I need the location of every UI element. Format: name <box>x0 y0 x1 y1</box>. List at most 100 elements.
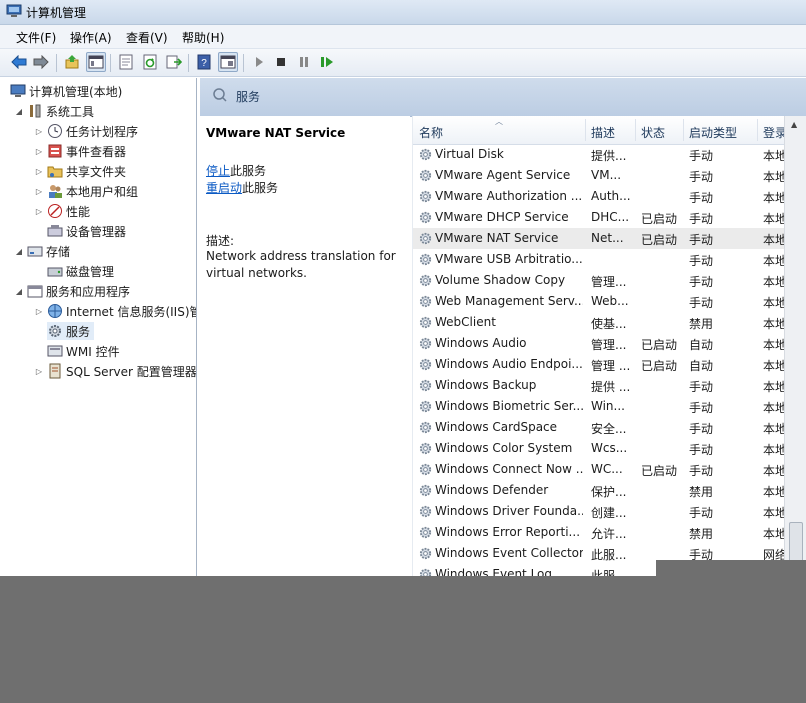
tree-item-disk-management[interactable]: 磁盘管理 <box>47 262 114 280</box>
tree-label-device-manager: 设备管理器 <box>66 224 127 239</box>
service-gear-icon <box>419 442 432 455</box>
expand-icon[interactable]: ▷ <box>34 147 44 156</box>
service-name-cell: Windows Audio <box>435 336 527 350</box>
column-divider[interactable] <box>757 119 758 141</box>
stop-service-link[interactable]: 停止 <box>206 164 230 178</box>
service-name-cell: Windows Backup <box>435 378 537 392</box>
show-hide-tree-button[interactable] <box>86 52 106 72</box>
refresh-button[interactable] <box>140 52 160 72</box>
table-row[interactable]: Windows Backup 提供 ... 手动 本地 <box>413 375 806 396</box>
tree-item-wmi[interactable]: WMI 控件 <box>47 342 120 360</box>
tree-item-local-users[interactable]: ▷ 本地用户和组 <box>34 182 138 200</box>
service-startup-cell: 手动 <box>689 506 714 520</box>
expand-icon[interactable]: ▷ <box>34 127 44 136</box>
tree-item-device-manager[interactable]: 设备管理器 <box>47 222 126 240</box>
table-row[interactable]: Windows Driver Founda... 创建... 手动 本地 <box>413 501 806 522</box>
column-divider[interactable] <box>635 119 636 141</box>
table-row[interactable]: VMware Authorization ... Auth... 手动 本地 <box>413 186 806 207</box>
up-button[interactable] <box>62 52 82 72</box>
tree-label-event-viewer: 事件查看器 <box>66 144 127 159</box>
pane-header: 服务 <box>200 78 806 117</box>
menu-help[interactable]: 帮助(H) <box>182 29 224 46</box>
table-row[interactable]: VMware DHCP Service DHC... 已启动 手动 本地 <box>413 207 806 228</box>
table-row[interactable]: VMware NAT Service Net... 已启动 手动 本地 <box>413 228 806 249</box>
service-startup-cell: 禁用 <box>689 317 714 331</box>
scroll-up-icon[interactable]: ▲ <box>791 120 797 129</box>
service-description-cell: Win... <box>591 399 625 413</box>
expand-icon[interactable]: ▷ <box>34 187 44 196</box>
back-button[interactable] <box>9 52 29 72</box>
forward-button[interactable] <box>31 52 51 72</box>
tree-item-event-viewer[interactable]: ▷ 事件查看器 <box>34 142 126 160</box>
scrollbar-thumb[interactable] <box>789 522 803 564</box>
expand-icon[interactable]: ▷ <box>34 167 44 176</box>
export-list-button[interactable] <box>164 52 184 72</box>
collapse-icon[interactable]: ◢ <box>14 247 24 256</box>
restart-service-icon <box>321 57 333 67</box>
menu-file[interactable]: 文件(F) <box>16 29 56 46</box>
collapse-icon[interactable]: ◢ <box>14 287 24 296</box>
start-service-button[interactable] <box>249 52 269 72</box>
column-header-status[interactable]: 状态 <box>641 124 665 141</box>
tree-item-sql-config[interactable]: ▷ SQL Server 配置管理器 <box>34 362 196 380</box>
tree-item-iis[interactable]: ▷ Internet 信息服务(IIS)管 <box>34 302 196 320</box>
tree-item-services-apps[interactable]: ◢ 服务和应用程序 <box>14 282 130 300</box>
expand-icon[interactable]: ▷ <box>34 307 44 316</box>
column-header-name[interactable]: 名称 <box>419 124 443 141</box>
services-pane: 服务 VMware NAT Service 停止此服务 重启动此服务 描述: N… <box>200 78 806 576</box>
view-button[interactable] <box>218 52 238 72</box>
table-row[interactable]: Windows Error Reporti... 允许... 禁用 本地 <box>413 522 806 543</box>
table-row[interactable]: Windows Color System Wcs... 手动 本地 <box>413 438 806 459</box>
toolbar-separator <box>243 54 244 72</box>
table-row[interactable]: Windows Defender 保护... 禁用 本地 <box>413 480 806 501</box>
table-row[interactable]: Windows Connect Now ... WC... 已启动 手动 本地 <box>413 459 806 480</box>
tree-item-shared-folders[interactable]: ▷ 共享文件夹 <box>34 162 126 180</box>
collapse-icon[interactable]: ◢ <box>14 107 24 116</box>
tree-item-services[interactable]: 服务 <box>47 322 95 340</box>
service-startup-cell: 自动 <box>689 359 714 373</box>
menu-action[interactable]: 操作(A) <box>70 29 112 46</box>
column-header-startup-type[interactable]: 启动类型 <box>689 124 737 141</box>
column-divider[interactable] <box>683 119 684 141</box>
pause-service-button[interactable] <box>294 52 314 72</box>
vertical-scrollbar[interactable]: ▲ <box>784 116 806 576</box>
service-startup-cell: 手动 <box>689 212 714 226</box>
table-row[interactable]: WebClient 使基... 禁用 本地 <box>413 312 806 333</box>
expand-icon[interactable]: ▷ <box>34 207 44 216</box>
column-header-description[interactable]: 描述 <box>591 124 615 141</box>
table-row[interactable]: VMware Agent Service VM... 手动 本地 <box>413 165 806 186</box>
properties-button[interactable] <box>116 52 136 72</box>
tree-item-storage[interactable]: ◢ 存储 <box>14 242 70 260</box>
service-status-cell: 已启动 <box>641 464 678 478</box>
table-row[interactable]: Windows CardSpace 安全... 手动 本地 <box>413 417 806 438</box>
menu-view[interactable]: 查看(V) <box>126 29 168 46</box>
tree-item-system-tools[interactable]: ◢ 系统工具 <box>14 102 94 120</box>
stop-service-button[interactable] <box>271 52 291 72</box>
help-button[interactable]: ? <box>194 52 214 72</box>
service-name-cell: Windows Event Collector <box>435 546 583 560</box>
table-row[interactable]: Volume Shadow Copy 管理... 手动 本地 <box>413 270 806 291</box>
service-gear-icon <box>419 232 432 245</box>
storage-icon <box>27 246 43 257</box>
table-row[interactable]: Windows Biometric Ser... Win... 手动 本地 <box>413 396 806 417</box>
table-row[interactable]: Web Management Serv... Web... 手动 本地 <box>413 291 806 312</box>
stop-service-action: 停止此服务 <box>206 162 266 179</box>
table-row[interactable]: Windows Audio Endpoi... 管理 ... 已启动 自动 本地 <box>413 354 806 375</box>
tree-item-root[interactable]: 计算机管理(本地) <box>10 82 122 100</box>
tree-label-system-tools: 系统工具 <box>46 104 95 119</box>
service-name-cell: Windows Audio Endpoi... <box>435 357 583 371</box>
service-startup-cell: 手动 <box>689 149 714 163</box>
restart-service-button[interactable] <box>317 52 337 72</box>
navigation-tree: 计算机管理(本地) ◢ 系统工具 ▷ 任务计划程序 ▷ 事件查看器 ▷ 共享文件… <box>0 78 197 576</box>
restart-service-link[interactable]: 重启动 <box>206 181 242 195</box>
table-row[interactable]: VMware USB Arbitratio... 手动 本地 <box>413 249 806 270</box>
tree-item-task-scheduler[interactable]: ▷ 任务计划程序 <box>34 122 138 140</box>
service-startup-cell: 禁用 <box>689 485 714 499</box>
start-service-icon <box>256 57 263 67</box>
expand-icon[interactable]: ▷ <box>34 367 44 376</box>
service-startup-cell: 手动 <box>689 380 714 394</box>
table-row[interactable]: Windows Audio 管理... 已启动 自动 本地 <box>413 333 806 354</box>
tree-item-performance[interactable]: ▷ 性能 <box>34 202 90 220</box>
column-divider[interactable] <box>585 119 586 141</box>
table-row[interactable]: Virtual Disk 提供... 手动 本地 <box>413 144 806 165</box>
